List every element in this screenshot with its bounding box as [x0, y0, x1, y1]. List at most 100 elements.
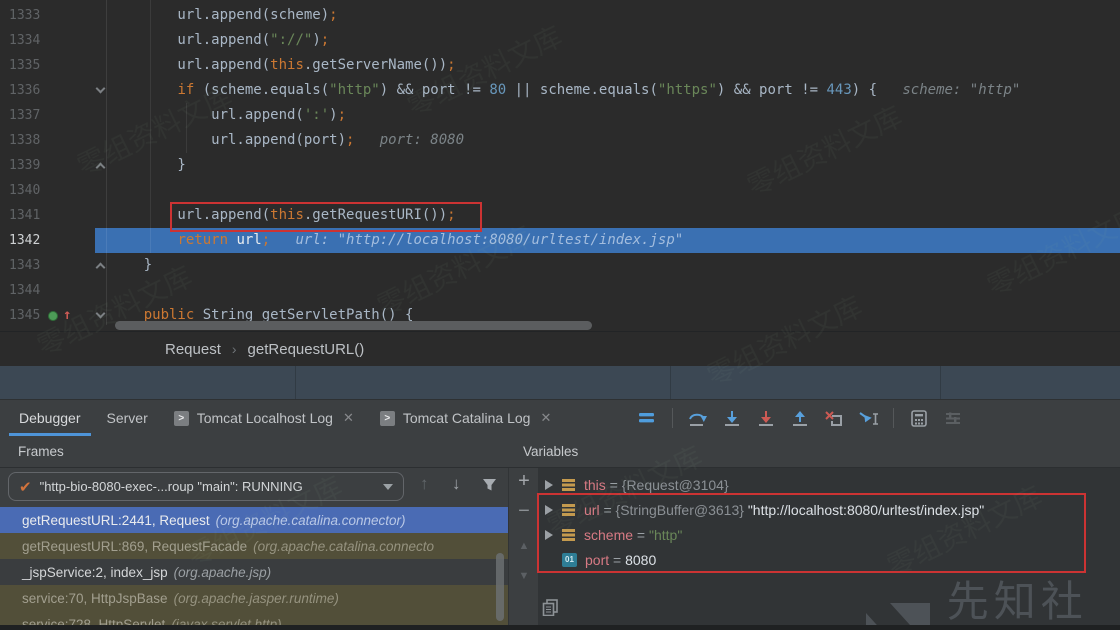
close-icon[interactable]: ✕ [540, 410, 551, 426]
line-number: 1333 [0, 3, 95, 28]
stack-frame[interactable]: getRequestURL:2441, Request (org.apache.c… [0, 507, 508, 533]
horizontal-scrollbar[interactable] [115, 321, 592, 330]
fold-gutter [95, 178, 110, 203]
override-marker-icon[interactable] [48, 311, 58, 321]
implements-arrow-icon[interactable]: ↑ [63, 303, 71, 328]
line-number: 1345↑ [0, 303, 95, 328]
fold-close-icon[interactable] [96, 263, 106, 273]
force-step-into-icon[interactable] [755, 407, 777, 429]
move-watch-down-icon[interactable]: ▼ [509, 570, 539, 582]
watches-toolbar: + − ▲ ▼ [508, 468, 538, 630]
next-frame-icon[interactable]: ↓ [452, 474, 461, 494]
run-to-cursor-icon[interactable] [857, 407, 879, 429]
fold-open-icon[interactable] [96, 309, 106, 319]
debug-tab-bar: DebuggerServer>Tomcat Localhost Log✕>Tom… [0, 399, 1120, 436]
evaluate-expression-icon[interactable] [908, 407, 930, 429]
fold-gutter[interactable] [95, 153, 110, 178]
fold-open-icon[interactable] [96, 84, 106, 94]
code-line-1339[interactable]: 1339 } [0, 153, 1120, 178]
code-line-1341[interactable]: 1341 url.append(this.getRequestURI()); [0, 203, 1120, 228]
fold-gutter [95, 28, 110, 53]
step-out-icon[interactable] [789, 407, 811, 429]
fold-gutter[interactable] [95, 303, 110, 328]
code-line-1344[interactable]: 1344 [0, 278, 1120, 303]
frame-method: _jspService:2, index_jsp [22, 565, 168, 580]
panel-headers: Frames Variables [0, 436, 1120, 468]
console-icon: > [380, 411, 395, 426]
expand-arrow-icon[interactable] [545, 480, 553, 490]
remove-watch-icon[interactable]: − [509, 500, 539, 523]
stack-frame[interactable]: service:70, HttpJspBase(org.apache.jaspe… [0, 585, 508, 611]
hide-frames-filter-icon[interactable] [482, 477, 497, 497]
code-editor[interactable]: 1333 url.append(scheme);1334 url.append(… [0, 0, 1120, 331]
frame-package: (org.apache.jasper.runtime) [174, 591, 339, 606]
tab-label: Debugger [19, 410, 81, 426]
frame-package: (org.apache.jsp) [174, 565, 272, 580]
drop-frame-icon[interactable] [823, 407, 845, 429]
layout-settings-icon[interactable] [942, 407, 964, 429]
tab-label: Server [107, 410, 148, 426]
fold-gutter[interactable] [95, 253, 110, 278]
variables-highlight-box [537, 493, 1086, 573]
tab-label: Tomcat Localhost Log [197, 410, 333, 426]
line-number: 1341 [0, 203, 95, 228]
frame-method: getRequestURL:2441, Request [22, 513, 210, 528]
stack-frame[interactable]: _jspService:2, index_jsp (org.apache.jsp) [0, 559, 508, 585]
copy-stack-icon[interactable] [541, 598, 559, 621]
code-line-1335[interactable]: 1335 url.append(this.getServerName()); [0, 53, 1120, 78]
previous-frame-icon[interactable]: ↑ [420, 474, 429, 494]
step-into-icon[interactable] [721, 407, 743, 429]
fold-gutter [95, 53, 110, 78]
indent-guide [186, 103, 187, 153]
code-text: url.append(port); port: 8080 [110, 128, 464, 153]
line-number: 1340 [0, 178, 95, 203]
code-line-1333[interactable]: 1333 url.append(scheme); [0, 3, 1120, 28]
frame-package: (org.apache.catalina.connector) [216, 513, 406, 528]
frame-package: (org.apache.catalina.connecto [253, 539, 434, 554]
add-watch-icon[interactable]: + [509, 470, 539, 493]
breadcrumb-method[interactable]: getRequestURL() [248, 341, 365, 358]
line-number: 1334 [0, 28, 95, 53]
tab-tomcat-catalina-log[interactable]: >Tomcat Catalina Log✕ [367, 400, 565, 436]
line-number: 1343 [0, 253, 95, 278]
code-line-1334[interactable]: 1334 url.append("://"); [0, 28, 1120, 53]
breadcrumb-class[interactable]: Request [165, 341, 221, 358]
breakpoints-menu-icon[interactable] [636, 407, 658, 429]
code-text: if (scheme.equals("http") && port != 80 … [110, 78, 1020, 103]
field-icon [562, 479, 575, 491]
code-line-1343[interactable]: 1343 } [0, 253, 1120, 278]
code-text: } [110, 253, 152, 278]
variable-value: {Request@3104} [622, 477, 729, 493]
frame-method: getRequestURL:869, RequestFacade [22, 539, 247, 554]
code-line-1340[interactable]: 1340 [0, 178, 1120, 203]
close-icon[interactable]: ✕ [343, 410, 354, 426]
frames-scrollbar[interactable] [496, 553, 504, 621]
code-line-1337[interactable]: 1337 url.append(':'); [0, 103, 1120, 128]
thread-selector[interactable]: ✔ "http-bio-8080-exec-...roup "main": RU… [8, 472, 404, 501]
code-line-1342[interactable]: 1342 return url; url: "http://localhost:… [0, 228, 1120, 253]
code-line-1338[interactable]: 1338 url.append(port); port: 8080 [0, 128, 1120, 153]
code-text: } [110, 153, 186, 178]
tab-tomcat-localhost-log[interactable]: > Tomcat Localhost Log ✕ [161, 400, 367, 436]
code-text: url.append("://"); [110, 28, 329, 53]
site-watermark: 先知社区 [866, 568, 1120, 630]
checkmark-icon: ✔ [19, 478, 32, 496]
chevron-right-icon: › [232, 341, 237, 357]
console-icon: > [174, 411, 189, 426]
indent-guide [150, 0, 151, 253]
code-line-1336[interactable]: 1336 if (scheme.equals("http") && port !… [0, 78, 1120, 103]
line-number: 1342 [0, 228, 95, 253]
fold-gutter[interactable] [95, 78, 110, 103]
fold-gutter [95, 128, 110, 153]
redacted-toolbar-band [0, 366, 1120, 399]
divider [670, 366, 671, 399]
frames-panel-title: Frames [18, 444, 64, 459]
fold-close-icon[interactable] [96, 163, 106, 173]
tab-server[interactable]: Server [94, 400, 161, 436]
step-over-icon[interactable] [687, 407, 709, 429]
fold-gutter [95, 103, 110, 128]
move-watch-up-icon[interactable]: ▲ [509, 540, 539, 552]
fold-gutter [95, 3, 110, 28]
tab-debugger[interactable]: Debugger [6, 400, 94, 436]
stack-frame[interactable]: getRequestURL:869, RequestFacade (org.apa… [0, 533, 508, 559]
